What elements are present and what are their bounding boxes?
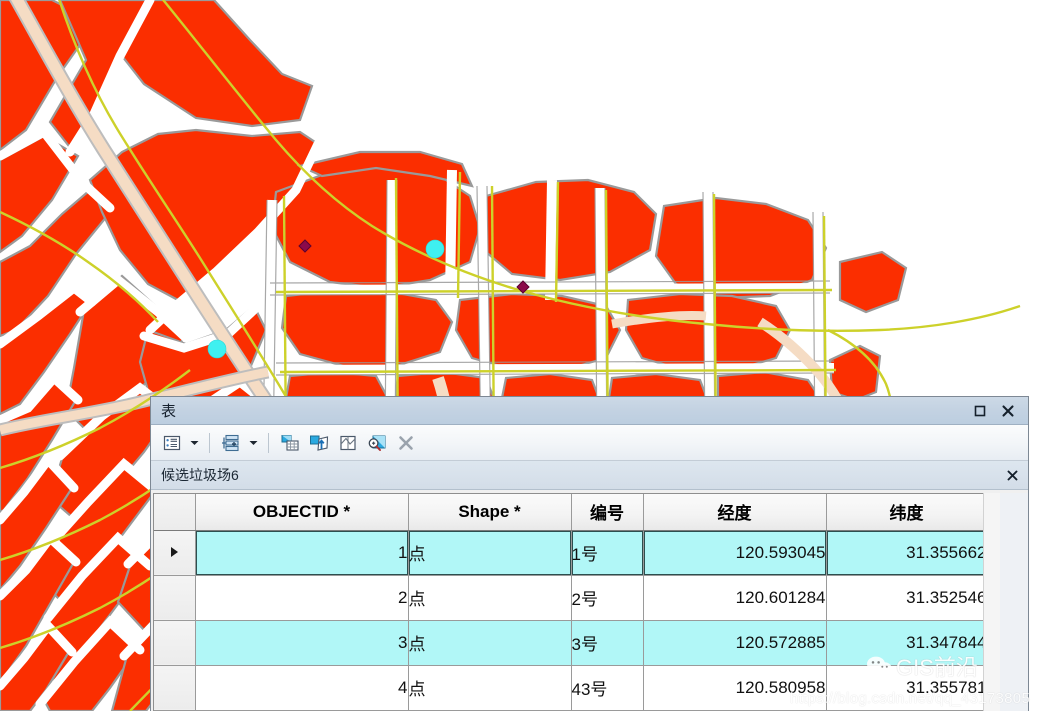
column-header-weidu[interactable]: 纬度 (826, 494, 988, 531)
cell-objectid[interactable]: 3 (195, 620, 409, 666)
attribute-grid-scroll[interactable]: OBJECTID * Shape * 编号 经度 纬度 1 点 1号 120.5… (153, 493, 988, 711)
cell-jingdu[interactable]: 120.572885 (643, 620, 827, 666)
cell-shape[interactable]: 点 (408, 620, 572, 666)
switch-selection-icon[interactable] (306, 430, 332, 456)
table-window-titlebar[interactable]: 表 (151, 397, 1028, 425)
layer-tab-label[interactable]: 候选垃圾场6 (161, 465, 1004, 485)
close-icon[interactable] (1000, 403, 1016, 419)
map-point-selected-1 (425, 239, 445, 259)
map-point-selected-2 (207, 339, 227, 359)
column-header-bianhao[interactable]: 编号 (571, 494, 644, 531)
cell-shape[interactable]: 点 (408, 530, 572, 576)
cell-objectid[interactable]: 1 (195, 530, 409, 576)
delete-x-icon[interactable] (393, 430, 419, 456)
cell-jingdu[interactable]: 120.593045 (643, 530, 827, 576)
layer-tab-close-icon[interactable] (1004, 467, 1020, 483)
cell-bianhao[interactable]: 1号 (571, 530, 644, 576)
row-selector-cell[interactable] (154, 530, 196, 576)
table-options-icon[interactable] (159, 430, 185, 456)
arcmap-screenshot-root: 表 候选垃圾场6 OBJECTID * Shape * 编号 经度 纬度 1 点… (0, 0, 1049, 711)
related-tables-dropdown-arrow[interactable] (247, 431, 260, 455)
zoom-to-selected-icon[interactable] (364, 430, 390, 456)
maximize-icon[interactable] (972, 403, 988, 419)
table-options-dropdown-arrow[interactable] (188, 431, 201, 455)
row-selector-cell[interactable] (154, 620, 196, 666)
cell-shape[interactable]: 点 (408, 575, 572, 621)
toolbar-separator (268, 432, 269, 453)
table-row[interactable]: 4 点 43号 120.580958 31.355781 (154, 665, 988, 711)
cell-weidu[interactable]: 31.352546 (826, 575, 988, 621)
toolbar-separator (209, 432, 210, 453)
clear-selection-icon[interactable] (335, 430, 361, 456)
table-row[interactable]: 2 点 2号 120.601284 31.352546 (154, 575, 988, 621)
table-toolbar[interactable] (151, 425, 1028, 461)
attribute-grid-wrapper: OBJECTID * Shape * 编号 经度 纬度 1 点 1号 120.5… (151, 490, 1028, 711)
column-header-shape[interactable]: Shape * (408, 494, 572, 531)
row-selector-header[interactable] (154, 494, 196, 531)
table-window-title: 表 (161, 403, 177, 420)
cell-weidu[interactable]: 31.347844 (826, 620, 988, 666)
cell-objectid[interactable]: 4 (195, 665, 409, 711)
column-header-objectid[interactable]: OBJECTID * (195, 494, 409, 531)
cell-bianhao[interactable]: 43号 (571, 665, 644, 711)
layer-tab-strip[interactable]: 候选垃圾场6 (151, 461, 1028, 490)
cell-weidu[interactable]: 31.355781 (826, 665, 988, 711)
cell-objectid[interactable]: 2 (195, 575, 409, 621)
cell-weidu[interactable]: 31.355662 (826, 530, 988, 576)
current-row-arrow-icon (170, 546, 178, 557)
cell-jingdu[interactable]: 120.601284 (643, 575, 827, 621)
column-header-jingdu[interactable]: 经度 (643, 494, 827, 531)
attribute-table[interactable]: OBJECTID * Shape * 编号 经度 纬度 1 点 1号 120.5… (154, 494, 988, 711)
table-body: 1 点 1号 120.593045 31.355662 2 点 2号 120.6… (154, 530, 988, 711)
row-selector-cell[interactable] (154, 575, 196, 621)
grid-vertical-scrollbar[interactable] (983, 493, 1000, 711)
select-attributes-icon[interactable] (277, 430, 303, 456)
table-header-row: OBJECTID * Shape * 编号 经度 纬度 (154, 494, 988, 531)
cell-bianhao[interactable]: 2号 (571, 575, 644, 621)
row-selector-cell[interactable] (154, 665, 196, 711)
cell-shape[interactable]: 点 (408, 665, 572, 711)
table-window[interactable]: 表 候选垃圾场6 OBJECTID * Shape * 编号 经度 纬度 1 点… (150, 396, 1029, 711)
table-row[interactable]: 3 点 3号 120.572885 31.347844 (154, 620, 988, 666)
related-tables-icon[interactable] (218, 430, 244, 456)
cell-jingdu[interactable]: 120.580958 (643, 665, 827, 711)
grid-right-padding (1000, 493, 1028, 711)
table-row[interactable]: 1 点 1号 120.593045 31.355662 (154, 530, 988, 576)
cell-bianhao[interactable]: 3号 (571, 620, 644, 666)
